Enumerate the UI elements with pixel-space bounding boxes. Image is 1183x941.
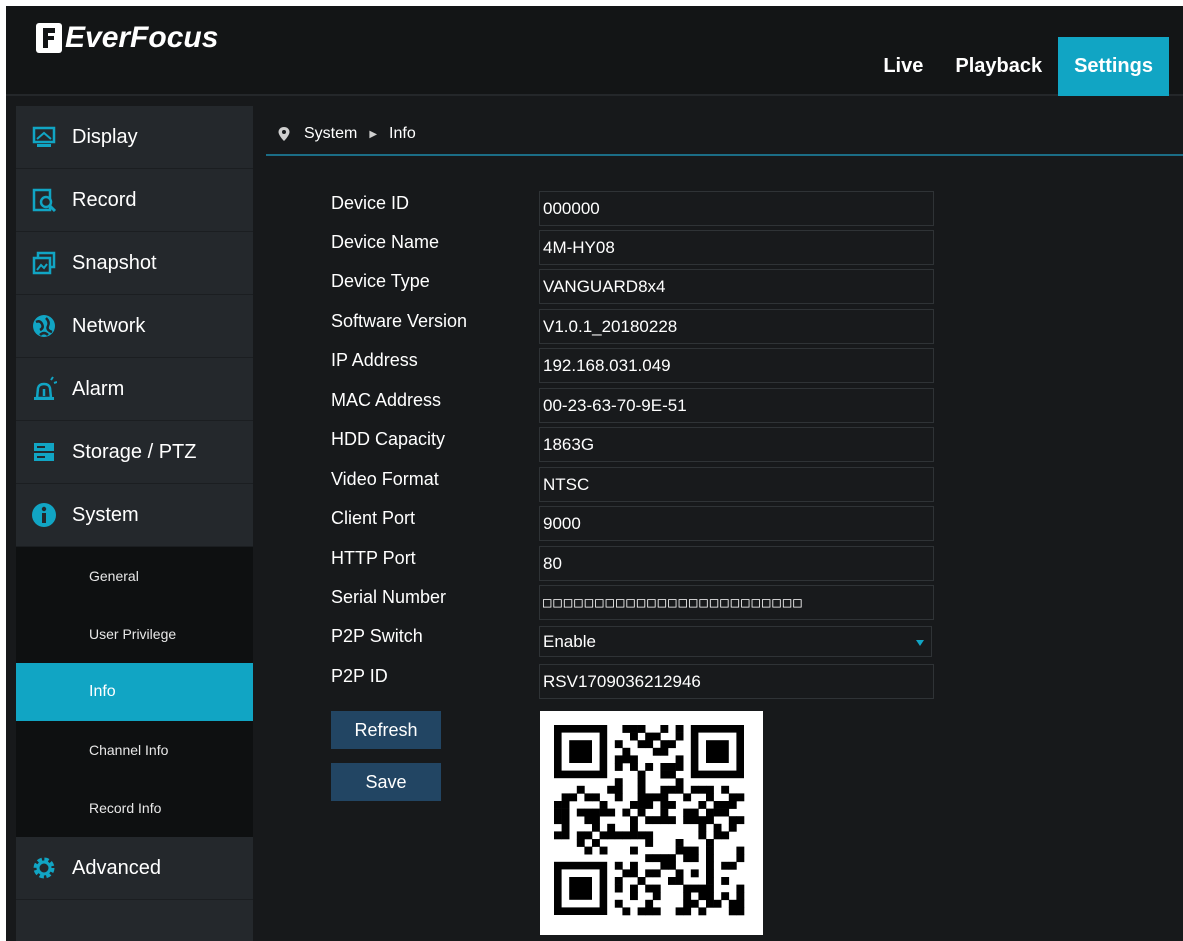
ip-address-label: IP Address [331, 350, 418, 370]
row-mac-address: MAC Address 00-23-63-70-9E-51 [331, 388, 941, 423]
sidebar-item-storage-ptz[interactable]: Storage / PTZ [16, 421, 253, 484]
row-video-format: Video Format NTSC [331, 467, 941, 502]
hdd-capacity-field[interactable]: 1863G [539, 427, 934, 462]
record-icon [16, 187, 72, 213]
alarm-icon [16, 376, 72, 402]
chevron-down-icon [916, 640, 924, 646]
row-device-id: Device ID 000000 [331, 191, 941, 226]
save-button[interactable]: Save [331, 763, 441, 801]
logo: EverFocus [36, 20, 218, 56]
http-port-field[interactable]: 80 [539, 546, 934, 581]
device-type-field[interactable]: VANGUARD8x4 [539, 269, 934, 304]
logo-text: EverFocus [65, 21, 219, 54]
tab-live[interactable]: Live [867, 37, 939, 96]
qr-code [540, 711, 763, 935]
logo-mark-icon [36, 23, 62, 53]
serial-number-field[interactable]: □□□□□□□□□□□□□□□□□□□□□□□□□ [539, 585, 934, 620]
breadcrumb-section[interactable]: System [304, 125, 357, 143]
location-pin-icon [278, 127, 290, 141]
p2p-switch-value: Enable [543, 632, 596, 651]
breadcrumb: System ▶ Info [266, 114, 1183, 156]
submenu-item-record-info[interactable]: Record Info [16, 779, 253, 837]
sidebar-item-network[interactable]: Network [16, 295, 253, 358]
sidebar-item-label: Display [72, 125, 138, 148]
header: EverFocus Live Playback Settings [6, 6, 1183, 96]
device-id-field[interactable]: 000000 [539, 191, 934, 226]
sidebar-item-system[interactable]: System [16, 484, 253, 547]
row-p2p-switch: P2P Switch Enable [331, 624, 941, 659]
row-ip-address: IP Address 192.168.031.049 [331, 348, 941, 383]
sidebar-item-advanced[interactable]: Advanced [16, 837, 253, 900]
tab-settings[interactable]: Settings [1058, 37, 1169, 96]
row-client-port: Client Port 9000 [331, 506, 941, 541]
device-id-label: Device ID [331, 193, 410, 213]
software-version-field[interactable]: V1.0.1_20180228 [539, 309, 934, 344]
sidebar-item-label: Storage / PTZ [72, 440, 197, 463]
network-icon [16, 313, 72, 339]
breadcrumb-arrow-icon: ▶ [369, 128, 378, 140]
http-port-label: HTTP Port [331, 548, 416, 568]
client-port-field[interactable]: 9000 [539, 506, 934, 541]
app-window: EverFocus Live Playback Settings Display… [6, 6, 1183, 941]
sidebar-item-label: Record [72, 188, 137, 211]
row-device-type: Device Type VANGUARD8x4 [331, 269, 941, 304]
device-type-label: Device Type [331, 271, 430, 291]
serial-number-label: Serial Number [331, 587, 447, 607]
gear-icon [16, 855, 72, 881]
row-p2p-id: P2P ID RSV1709036212946 [331, 664, 941, 699]
qr-code-icon [554, 725, 745, 916]
mac-address-label: MAC Address [331, 390, 442, 410]
sidebar-item-snapshot[interactable]: Snapshot [16, 232, 253, 295]
row-device-name: Device Name 4M-HY08 [331, 230, 941, 265]
video-format-field[interactable]: NTSC [539, 467, 934, 502]
storage-icon [16, 439, 72, 465]
device-name-label: Device Name [331, 232, 440, 252]
p2p-switch-select[interactable]: Enable [539, 626, 932, 657]
sidebar-item-display[interactable]: Display [16, 106, 253, 169]
top-nav: Live Playback Settings [867, 37, 1169, 96]
ip-address-field[interactable]: 192.168.031.049 [539, 348, 934, 383]
submenu-item-info[interactable]: Info [16, 663, 253, 721]
sidebar-item-record[interactable]: Record [16, 169, 253, 232]
submenu-item-general[interactable]: General [16, 547, 253, 605]
hdd-capacity-label: HDD Capacity [331, 429, 446, 449]
row-software-version: Software Version V1.0.1_20180228 [331, 309, 941, 344]
row-http-port: HTTP Port 80 [331, 546, 941, 581]
info-icon [16, 502, 72, 528]
tab-playback[interactable]: Playback [939, 37, 1058, 96]
refresh-button[interactable]: Refresh [331, 711, 441, 749]
software-version-label: Software Version [331, 311, 468, 331]
system-submenu: General User Privilege Info Channel Info… [16, 547, 253, 837]
sidebar: Display Record Snapshot Network Alarm St… [16, 106, 253, 941]
sidebar-item-alarm[interactable]: Alarm [16, 358, 253, 421]
submenu-item-channel-info[interactable]: Channel Info [16, 721, 253, 779]
sidebar-item-label: Snapshot [72, 251, 157, 274]
mac-address-field[interactable]: 00-23-63-70-9E-51 [539, 388, 934, 423]
row-serial-number: Serial Number □□□□□□□□□□□□□□□□□□□□□□□□□ [331, 585, 941, 620]
video-format-label: Video Format [331, 469, 439, 489]
row-hdd-capacity: HDD Capacity 1863G [331, 427, 941, 462]
sidebar-item-label: Network [72, 314, 146, 337]
sidebar-item-label: System [72, 503, 139, 526]
sidebar-item-label: Alarm [72, 377, 125, 400]
submenu-item-user-privilege[interactable]: User Privilege [16, 605, 253, 663]
client-port-label: Client Port [331, 508, 416, 528]
p2p-id-field[interactable]: RSV1709036212946 [539, 664, 934, 699]
p2p-id-label: P2P ID [331, 666, 388, 686]
breadcrumb-page: Info [389, 125, 416, 142]
p2p-switch-label: P2P Switch [331, 626, 423, 646]
snapshot-icon [16, 250, 72, 276]
display-icon [16, 124, 72, 150]
sidebar-item-label: Advanced [72, 856, 161, 879]
device-name-field[interactable]: 4M-HY08 [539, 230, 934, 265]
